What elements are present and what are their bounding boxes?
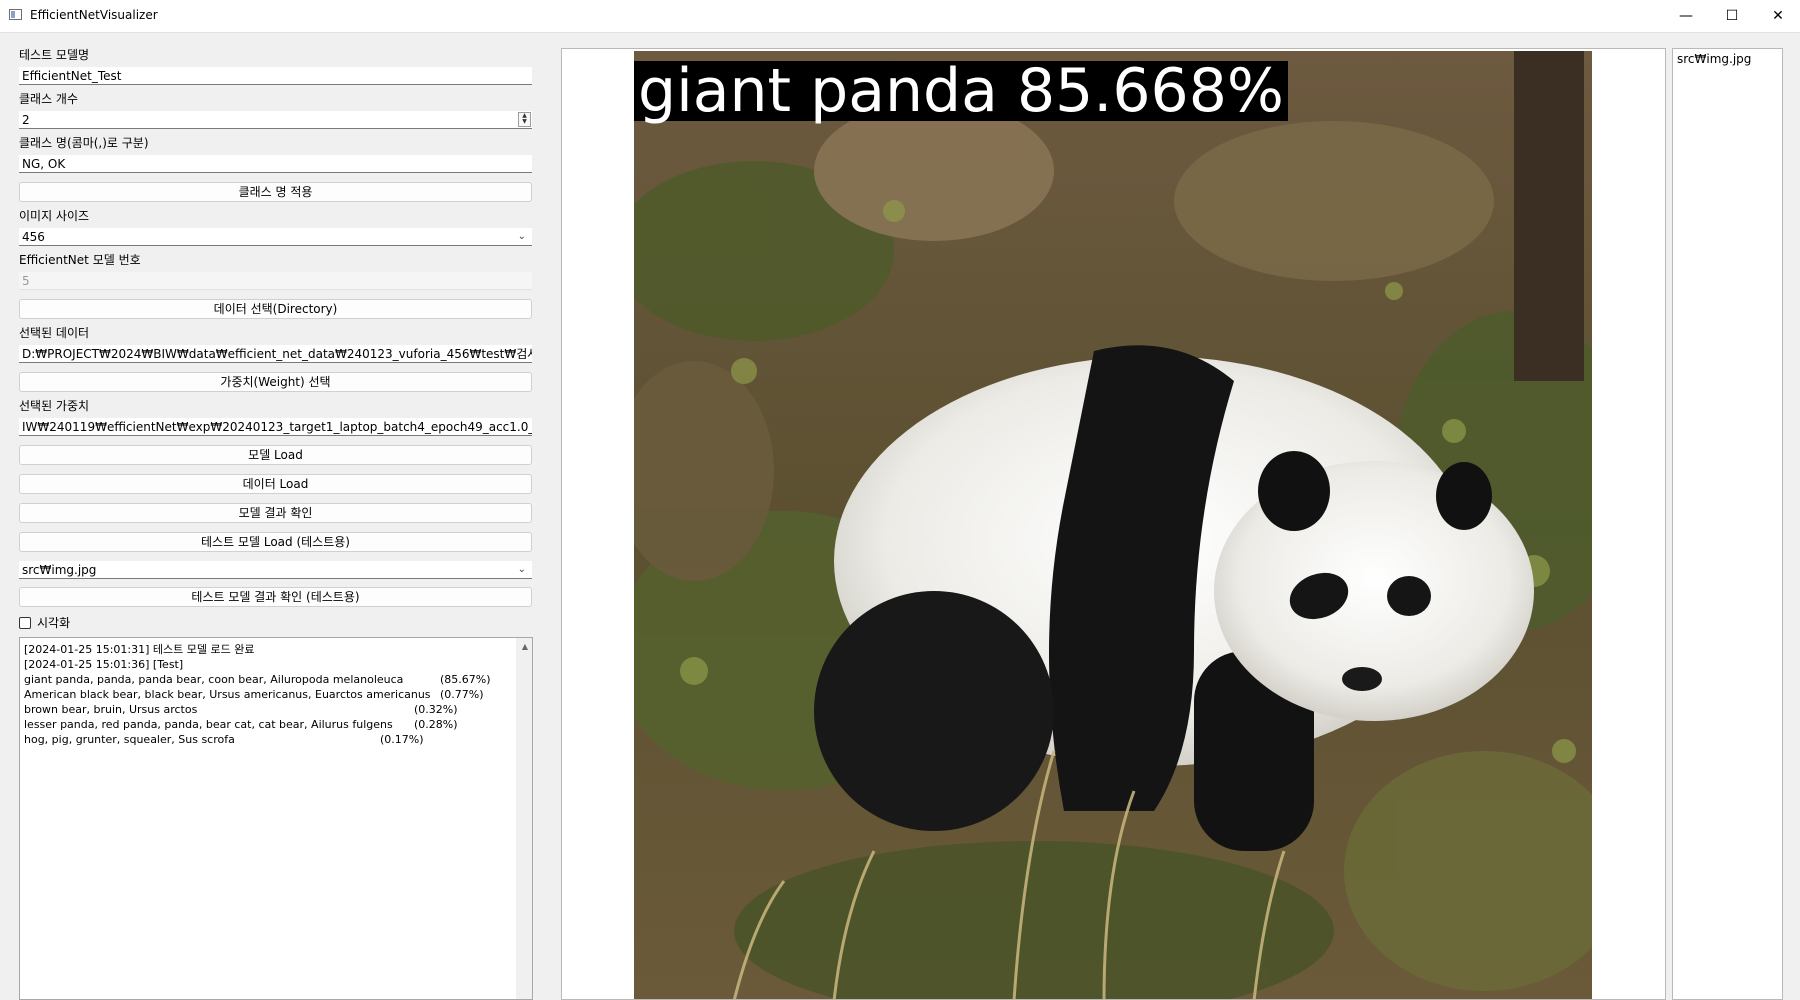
test-image-value: src₩img.jpg <box>22 563 97 577</box>
log-line-percent: (0.32%) <box>414 703 458 716</box>
file-list-item[interactable]: src₩img.jpg <box>1677 52 1751 66</box>
log-line-text: brown bear, bruin, Ursus arctos <box>24 703 198 716</box>
log-line-text: giant panda, panda, panda bear, coon bea… <box>24 673 404 686</box>
log-textbox[interactable]: [2024-01-25 15:01:31] 테스트 모델 로드 완료 [2024-… <box>19 637 533 1000</box>
log-line-text: lesser panda, red panda, panda, bear cat… <box>24 718 393 731</box>
log-line-text: hog, pig, grunter, squealer, Sus scrofa <box>24 733 235 746</box>
selected-data-label: 선택된 데이터 <box>19 326 90 340</box>
test-image-select[interactable]: src₩img.jpg ⌄ <box>19 561 532 579</box>
test-model-result-button[interactable]: 테스트 모델 결과 확인 (테스트용) <box>19 587 532 607</box>
selected-weight-field[interactable]: IW₩240119₩efficientNet₩exp₩20240123_targ… <box>19 418 532 436</box>
prediction-label: giant panda 85.668% <box>634 61 1288 121</box>
selected-data-field[interactable]: D:₩PROJECT₩2024₩BIW₩data₩efficient_net_d… <box>19 345 532 363</box>
log-line: giant panda, panda, panda bear, coon bea… <box>24 672 514 687</box>
apply-class-names-button[interactable]: 클래스 명 적용 <box>19 182 532 202</box>
title-bar: EfficientNetVisualizer — ☐ ✕ <box>0 0 1800 33</box>
class-names-label: 클래스 명(콤마(,)로 구분) <box>19 136 149 150</box>
data-load-button[interactable]: 데이터 Load <box>19 474 532 494</box>
image-size-value: 456 <box>22 230 45 244</box>
log-line: hog, pig, grunter, squealer, Sus scrofa (… <box>24 732 514 747</box>
close-icon: ✕ <box>1772 8 1784 24</box>
class-names-input[interactable]: NG, OK <box>19 155 532 173</box>
visualize-label: 시각화 <box>37 616 71 630</box>
model-result-button[interactable]: 모델 결과 확인 <box>19 503 532 523</box>
select-data-button[interactable]: 데이터 선택(Directory) <box>19 299 532 319</box>
log-line-text: [2024-01-25 15:01:36] [Test] <box>24 658 184 671</box>
log-line-percent: (85.67%) <box>440 673 491 686</box>
file-list[interactable]: src₩img.jpg <box>1672 48 1783 1000</box>
maximize-icon: ☐ <box>1725 8 1739 24</box>
log-line-percent: (0.17%) <box>380 733 424 746</box>
app-icon <box>9 9 22 20</box>
selected-weight-label: 선택된 가중치 <box>19 399 90 413</box>
image-size-select[interactable]: 456 ⌄ <box>19 228 532 246</box>
chevron-down-icon: ⌄ <box>517 231 526 242</box>
class-count-value: 2 <box>22 113 30 127</box>
log-line-percent: (0.28%) <box>414 718 458 731</box>
visualize-checkbox[interactable] <box>19 616 31 629</box>
image-viewer: giant panda 85.668% <box>561 48 1666 1000</box>
log-line: [2024-01-25 15:01:31] 테스트 모델 로드 완료 <box>24 642 514 657</box>
chevron-down-icon: ⌄ <box>517 564 526 575</box>
select-weight-button[interactable]: 가중치(Weight) 선택 <box>19 372 532 392</box>
spin-arrows-icon[interactable]: ▲ ▼ <box>518 112 531 127</box>
class-count-spinbox[interactable]: 2 ▲ ▼ <box>19 111 532 129</box>
minimize-button[interactable]: — <box>1663 0 1709 32</box>
log-line: [2024-01-25 15:01:36] [Test] <box>24 657 514 672</box>
log-lines: [2024-01-25 15:01:31] 테스트 모델 로드 완료 [2024-… <box>24 642 514 747</box>
maximize-button[interactable]: ☐ <box>1709 0 1755 32</box>
close-button[interactable]: ✕ <box>1755 0 1800 32</box>
minimize-icon: — <box>1679 8 1693 24</box>
log-line: brown bear, bruin, Ursus arctos (0.32%) <box>24 702 514 717</box>
window-title: EfficientNetVisualizer <box>30 8 158 22</box>
model-number-input: 5 <box>19 272 532 290</box>
image-size-label: 이미지 사이즈 <box>19 209 90 223</box>
test-model-name-input[interactable]: EfficientNet_Test <box>19 67 532 85</box>
log-line-text: [2024-01-25 15:01:31] 테스트 모델 로드 완료 <box>24 643 255 656</box>
panda-photo <box>634 51 1592 999</box>
log-line: lesser panda, red panda, panda, bear cat… <box>24 717 514 732</box>
class-count-label: 클래스 개수 <box>19 92 79 106</box>
model-load-button[interactable]: 모델 Load <box>19 445 532 465</box>
model-number-label: EfficientNet 모델 번호 <box>19 253 141 267</box>
log-line-percent: (0.77%) <box>440 688 484 701</box>
scroll-up-icon[interactable]: ▲ <box>522 642 528 651</box>
test-model-load-button[interactable]: 테스트 모델 Load (테스트용) <box>19 532 532 552</box>
log-line-text: American black bear, black bear, Ursus a… <box>24 688 431 701</box>
log-line: American black bear, black bear, Ursus a… <box>24 687 514 702</box>
log-scrollbar[interactable]: ▲ <box>516 638 532 999</box>
test-model-name-label: 테스트 모델명 <box>19 48 90 62</box>
visualize-checkbox-row[interactable]: 시각화 <box>19 614 70 631</box>
